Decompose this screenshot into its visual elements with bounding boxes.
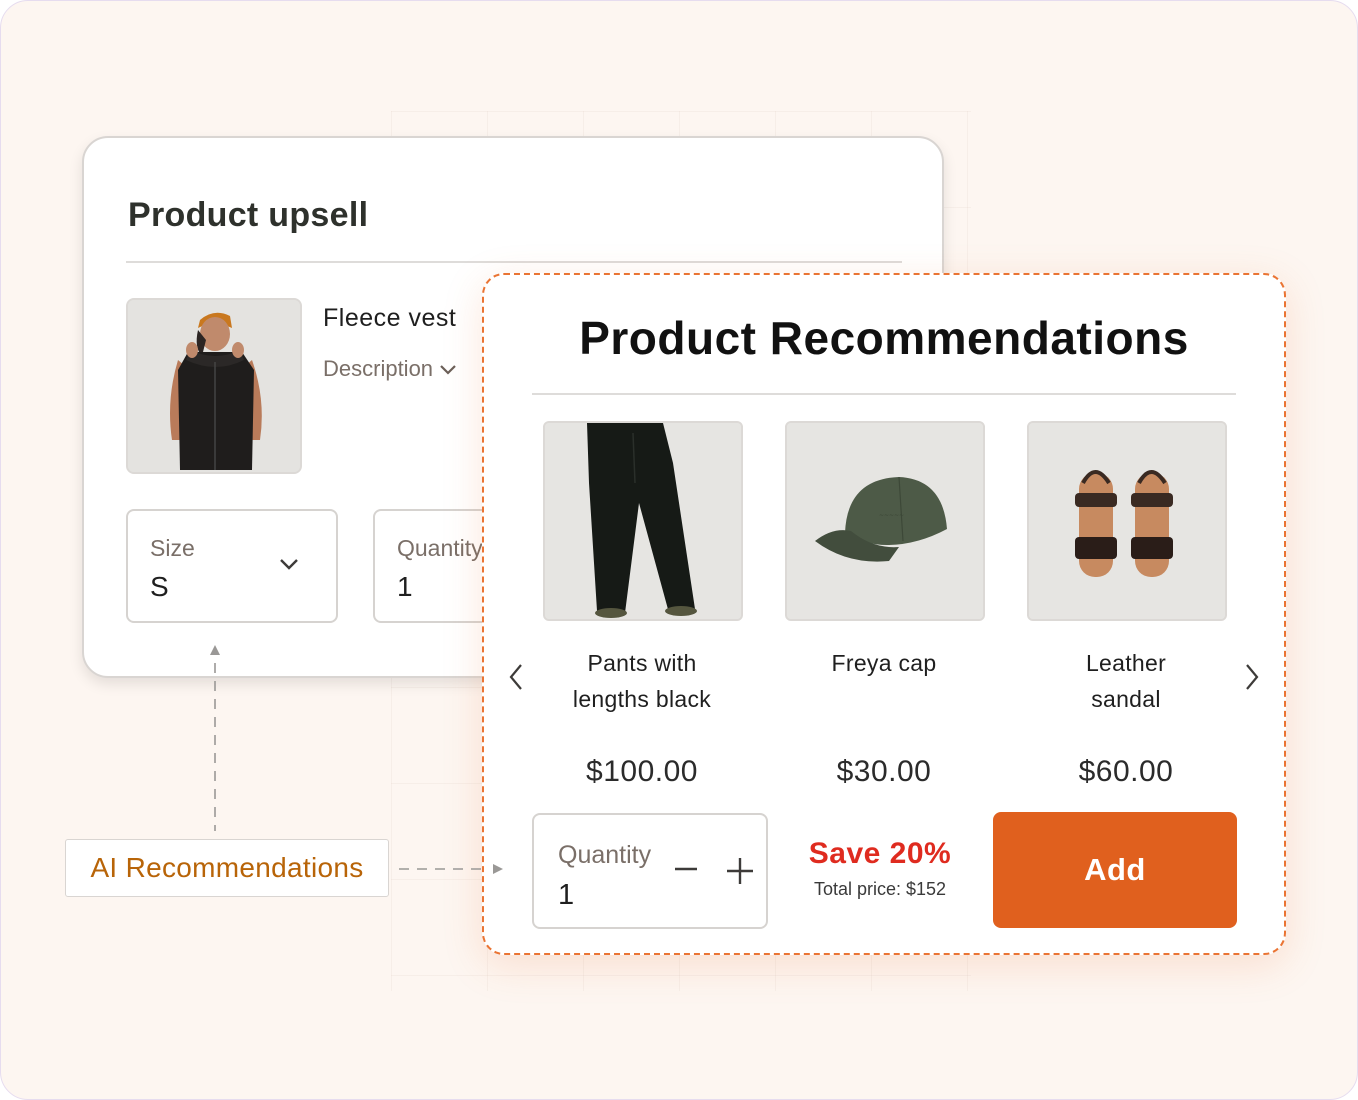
save-percent: Save 20% (808, 837, 952, 870)
recommendation-item[interactable]: ~~~~~ Freya cap $30.00 (785, 421, 985, 789)
recommendations-title: Product Recommendations (579, 312, 1189, 364)
description-toggle[interactable]: Description (323, 356, 457, 382)
chevron-down-icon (439, 356, 457, 382)
ai-recommendations-label: AI Recommendations (65, 839, 389, 897)
quantity-stepper[interactable]: Quantity 1 (532, 813, 768, 929)
total-price: Total price: $152 (813, 879, 947, 899)
description-label: Description (323, 356, 434, 381)
product-recommendations-card: Product Recommendations Pants with lengt… (482, 273, 1286, 955)
chevron-down-icon (278, 557, 300, 576)
divider (126, 261, 902, 263)
recommendation-item[interactable]: Pants with lengths black $100.00 (543, 421, 743, 789)
arrow-up-icon (210, 645, 220, 831)
fleece-vest-image[interactable] (126, 298, 302, 474)
cap-image: ~~~~~ (785, 421, 985, 621)
item-name: Pants with lengths black (572, 650, 712, 712)
quantity-label: Quantity (558, 841, 652, 869)
recommendation-item[interactable]: Leather sandal $60.00 (1027, 421, 1227, 789)
page-frame: Product upsell Fleece vest Description S… (0, 0, 1358, 1100)
quantity-value: 1 (397, 571, 413, 602)
chevron-left-icon[interactable] (508, 663, 524, 696)
upsell-title: Product upsell (128, 196, 369, 234)
size-value: S (150, 571, 169, 602)
item-price: $60.00 (1078, 755, 1174, 788)
size-label: Size (150, 535, 195, 561)
size-select[interactable]: Size S (126, 509, 338, 623)
minus-icon[interactable] (674, 857, 698, 886)
quantity-value: 1 (558, 879, 575, 911)
chevron-right-icon[interactable] (1244, 663, 1260, 696)
divider (532, 393, 1236, 395)
sandal-image (1027, 421, 1227, 621)
item-price: $30.00 (836, 755, 932, 788)
pants-image (543, 421, 743, 621)
add-button[interactable]: Add (993, 812, 1237, 928)
item-price: $100.00 (586, 755, 698, 788)
plus-icon[interactable] (726, 857, 754, 890)
quantity-label: Quantity (397, 535, 483, 561)
product-name: Fleece vest (323, 304, 457, 332)
arrow-right-icon (399, 864, 503, 874)
item-name: Leather sandal (1085, 650, 1167, 712)
item-name: Freya cap (831, 650, 937, 676)
svg-text:~~~~~: ~~~~~ (879, 512, 904, 519)
